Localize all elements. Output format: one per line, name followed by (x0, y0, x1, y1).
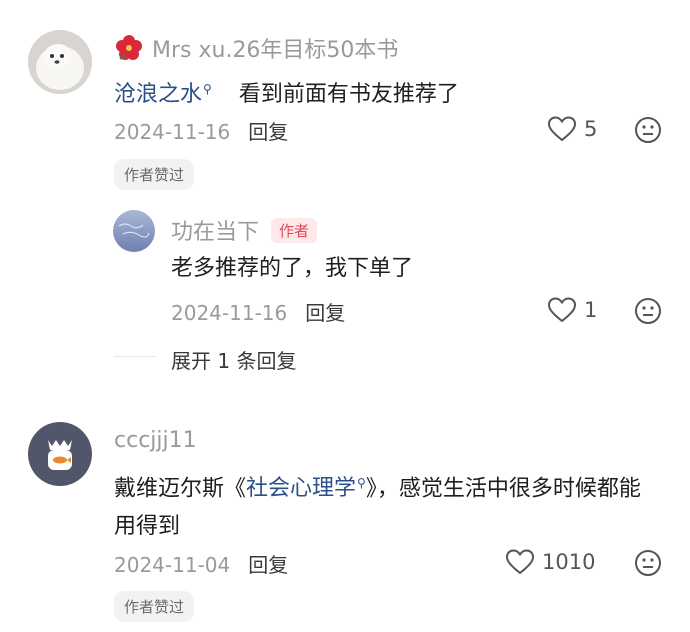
reply-like-button[interactable]: 1 (548, 297, 597, 323)
username[interactable]: Mrs xu.26年目标50本书 (152, 32, 398, 64)
comment-header: Mrs xu.26年目标50本书 (114, 32, 398, 64)
hibiscus-flower-icon (114, 33, 144, 63)
search-mark-icon: ⚲ (203, 82, 212, 96)
comment-date: 2024-11-04 (114, 553, 231, 577)
reply-button[interactable]: 回复 (248, 120, 288, 144)
reply-reply-button[interactable]: 回复 (305, 301, 345, 325)
reply-button[interactable]: 回复 (248, 553, 288, 577)
avatar[interactable] (28, 30, 92, 94)
book-link[interactable]: 社会心理学⚲ (246, 476, 366, 501)
comment-text-prefix: 戴维迈尔斯《 (114, 476, 247, 502)
neutral-face-icon (634, 117, 662, 148)
expand-replies-button[interactable]: 展开 1 条回复 (171, 345, 296, 374)
expand-divider (114, 356, 156, 357)
search-mark-icon: ⚲ (357, 476, 366, 490)
author-liked-badge: 作者赞过 (114, 159, 195, 190)
reply-like-count: 1 (584, 298, 598, 322)
comment-text-rest: 看到前面有书友推荐了 (238, 82, 459, 108)
author-liked-badge: 作者赞过 (114, 591, 195, 622)
reply-meta: 2024-11-16 回复 (171, 297, 345, 326)
comment-text: 沧浪之水⚲ 看到前面有书友推荐了 (114, 70, 654, 114)
reply-date: 2024-11-16 (171, 301, 288, 325)
heart-outline-icon (548, 297, 576, 323)
heart-outline-icon (548, 116, 576, 142)
username[interactable]: cccjjj11 (114, 428, 197, 453)
reply-avatar[interactable] (113, 210, 155, 252)
neutral-face-icon (634, 550, 662, 581)
reply-username[interactable]: 功在当下 (171, 214, 259, 246)
reply-dislike-button[interactable] (634, 297, 662, 329)
like-count: 5 (584, 117, 598, 141)
comment-text: 戴维迈尔斯《社会心理学⚲》，感觉生活中很多时候都能用得到 (114, 464, 659, 546)
like-button[interactable]: 5 (548, 116, 597, 142)
like-button[interactable]: 1010 (506, 549, 595, 575)
like-count: 1010 (542, 550, 596, 574)
reply-header: 功在当下 作者 (171, 214, 318, 246)
book-link[interactable]: 沧浪之水⚲ (114, 82, 212, 107)
author-tag: 作者 (271, 217, 318, 243)
neutral-face-icon (634, 298, 662, 329)
heart-outline-icon (506, 549, 534, 575)
avatar[interactable] (28, 422, 92, 486)
reply-text: 老多推荐的了，我下单了 (171, 256, 414, 281)
dislike-button[interactable] (634, 116, 662, 148)
comment-date: 2024-11-16 (114, 120, 231, 144)
comment-meta: 2024-11-04 回复 (114, 549, 288, 578)
comment-meta: 2024-11-16 回复 (114, 116, 288, 145)
dislike-button[interactable] (634, 549, 662, 581)
